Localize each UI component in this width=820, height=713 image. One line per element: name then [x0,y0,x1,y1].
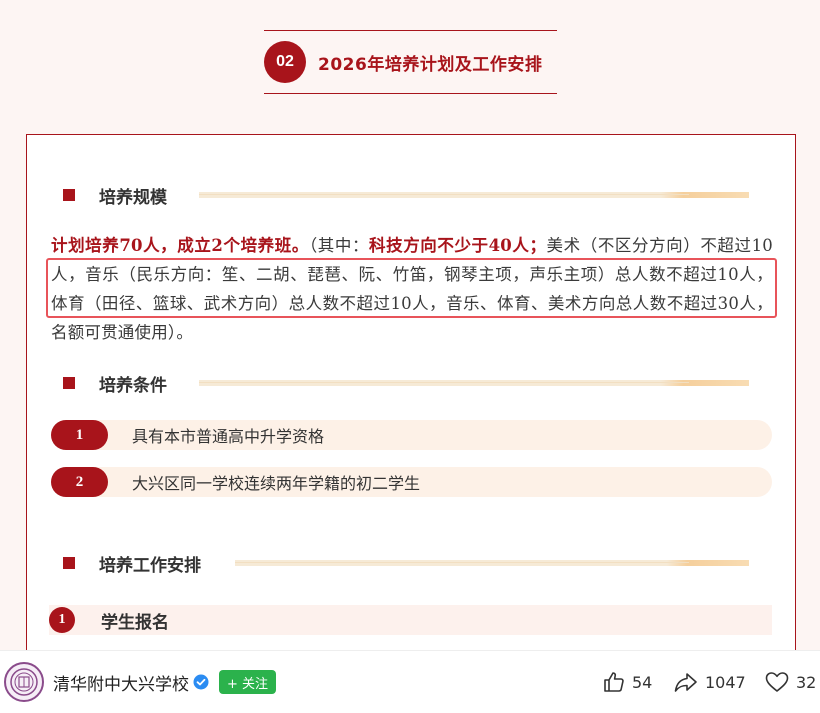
heart-icon [765,672,789,692]
scale-lead: 计划培养70人，成立2个培养班。 [51,236,309,255]
like-count: 54 [632,672,653,692]
condition-number: 2 [51,467,108,497]
share-stat[interactable]: 1047 [673,670,746,694]
decorative-line [235,560,749,566]
section-title: 2026年培养计划及工作安排 [318,54,543,75]
condition-text: 大兴区同一学校连续两年学籍的初二学生 [132,474,421,493]
favorite-stat[interactable]: 32 [764,670,816,694]
scale-paren-open: （其中： [308,236,370,255]
content-card: 培养规模 计划培养70人，成立2个培养班。（其中：科技方向不少于40人；美术（不… [26,134,796,664]
subheading-title: 培养工作安排 [99,555,201,576]
scale-tech: 科技方向不少于40人； [369,236,547,255]
condition-text: 具有本市普通高中升学资格 [132,427,325,446]
subheading-conditions: 培养条件 [63,371,773,396]
decorative-line [199,192,749,198]
section-number-badge: 02 [264,41,306,83]
school-emblem-icon [10,668,38,696]
section-header: 02 2026年培养计划及工作安排 [264,30,557,94]
decorative-line [199,380,749,386]
condition-number: 1 [51,420,108,450]
article-footer-bar: 清华附中大兴学校 + 关注 54 1047 32 [0,650,820,713]
subheading-schedule: 培养工作安排 [63,551,773,576]
favorite-count: 32 [796,672,817,692]
condition-item: 1 具有本市普通高中升学资格 [51,420,772,450]
square-bullet-icon [63,377,75,389]
like-stat[interactable]: 54 [602,670,652,694]
schedule-step: 1 学生报名 [49,605,772,635]
subheading-scale: 培养规模 [63,183,773,208]
step-text: 学生报名 [101,612,169,633]
thumbs-up-icon [604,672,624,692]
account-name[interactable]: 清华附中大兴学校 [53,670,189,695]
highlight-annotation-box [46,258,777,318]
step-number: 1 [49,607,75,633]
share-count: 1047 [705,672,746,692]
condition-item: 2 大兴区同一学校连续两年学籍的初二学生 [51,467,772,497]
square-bullet-icon [63,189,75,201]
share-arrow-icon [674,673,697,692]
subheading-title: 培养规模 [99,187,167,208]
verified-badge-icon [193,674,209,690]
account-avatar[interactable] [4,662,44,702]
square-bullet-icon [63,557,75,569]
subheading-title: 培养条件 [99,375,167,396]
follow-button[interactable]: + 关注 [219,670,277,694]
